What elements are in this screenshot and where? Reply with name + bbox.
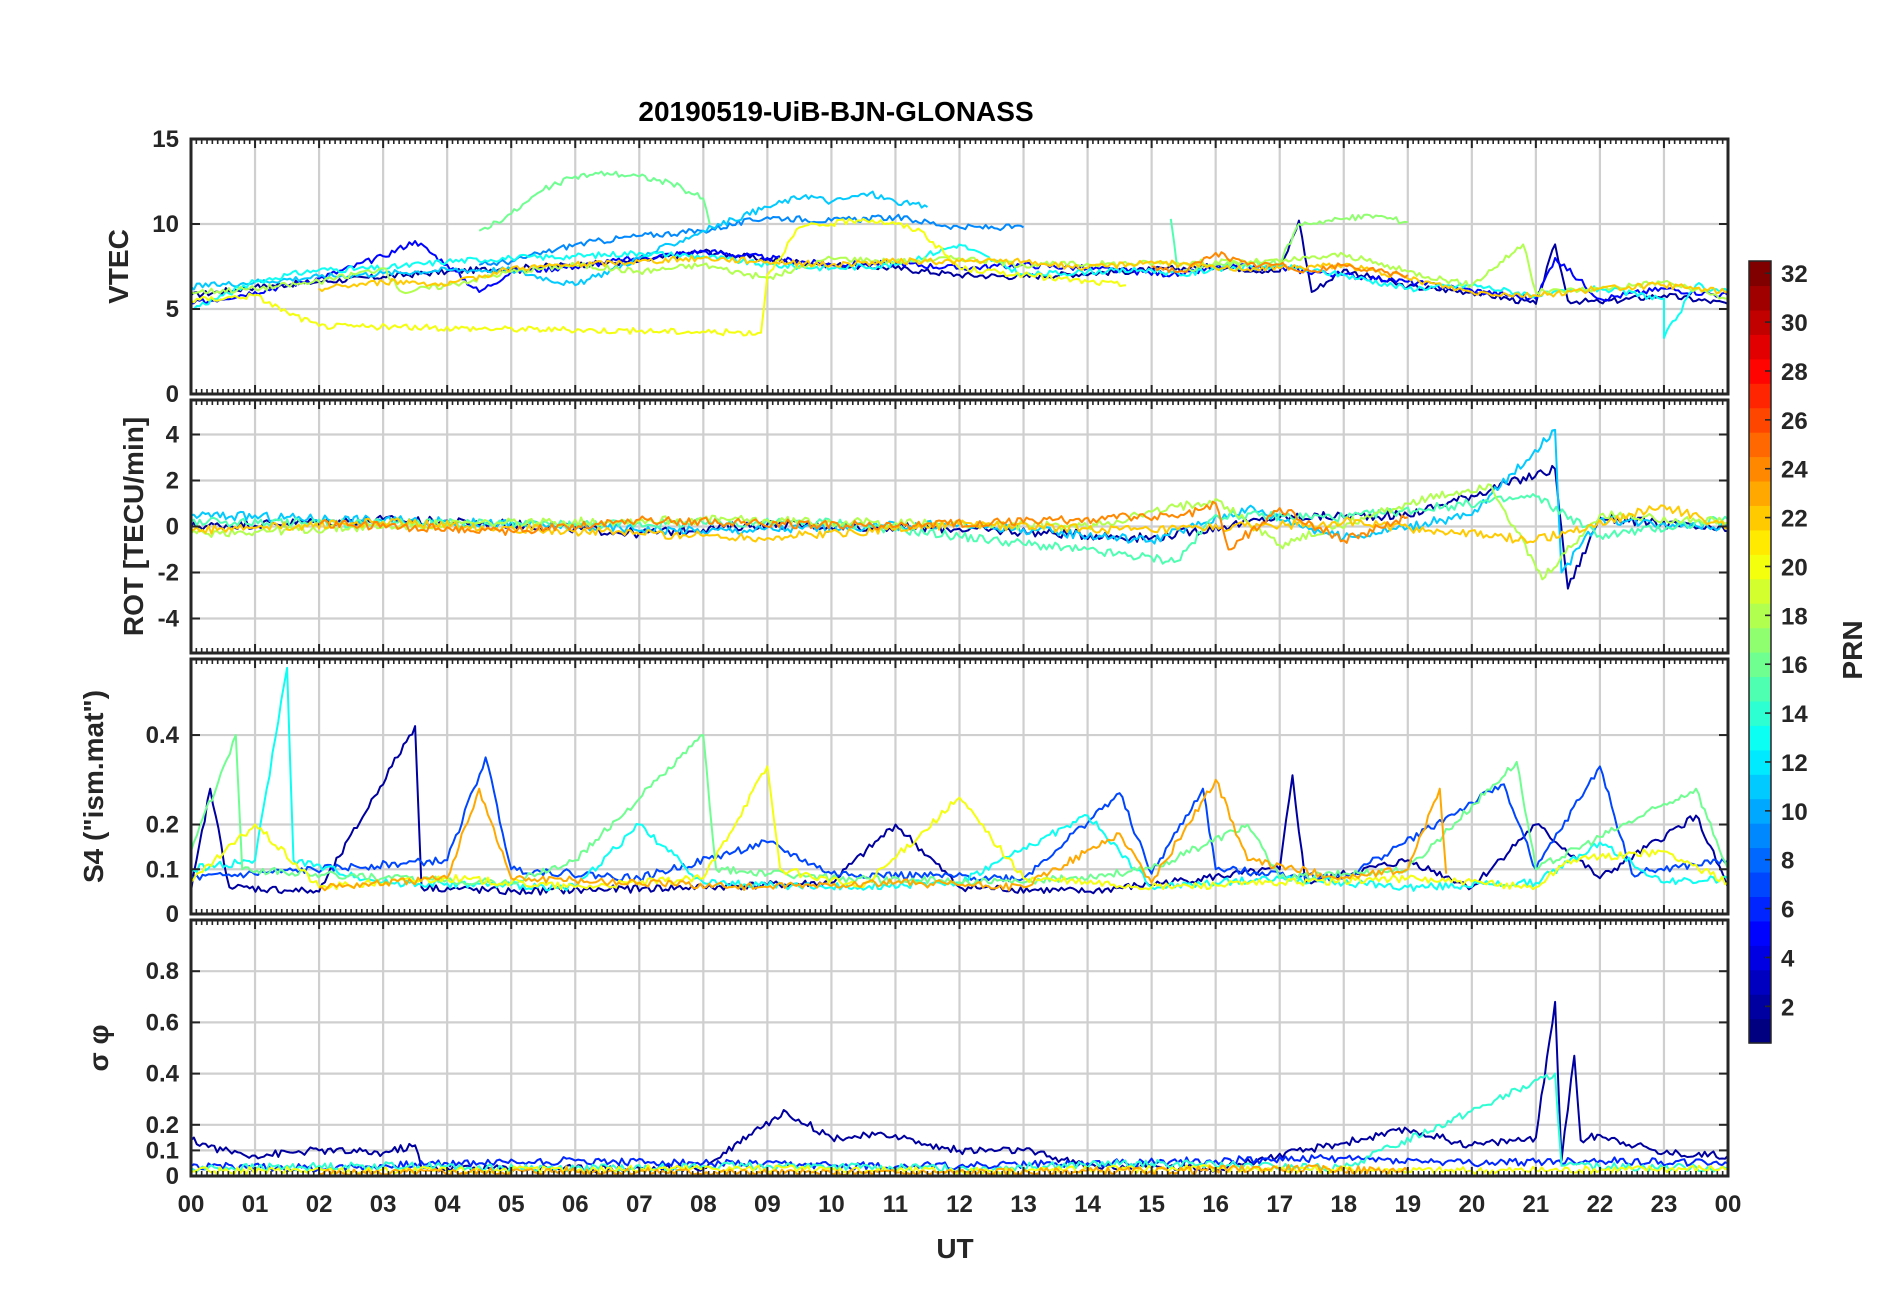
colorbar-tick-label: 30 [1781, 310, 1808, 337]
rot-y-ticks: -4 -2 0 2 4 [158, 422, 180, 633]
colorbar-bin [1749, 334, 1771, 360]
s4-y-tick-label: 0.2 [146, 812, 179, 839]
colorbar-tick-label: 18 [1781, 603, 1808, 630]
x-tick-label: 13 [1010, 1191, 1037, 1218]
x-tick-label: 17 [1266, 1191, 1293, 1218]
rot-y-tick-label: 0 [166, 514, 179, 541]
colorbar-bin [1749, 383, 1771, 409]
colorbar-bin [1749, 676, 1771, 702]
rot-ylabel: ROT [TECU/min] [118, 417, 149, 636]
colorbar-bin [1749, 969, 1771, 995]
sigma-phi-y-tick-label: 0 [166, 1163, 179, 1190]
colorbar-tick-label: 12 [1781, 750, 1808, 777]
x-tick-label: 04 [434, 1191, 461, 1218]
panel-rot: -4 -2 0 2 4 ROT [TECU/min] [118, 398, 1730, 655]
x-tick-label: 11 [883, 1191, 908, 1218]
s4-y-tick-label: 0.1 [146, 856, 179, 883]
x-tick-label: 14 [1074, 1191, 1101, 1218]
colorbar-tick-label: 14 [1781, 701, 1808, 728]
rot-y-tick-label: -2 [158, 560, 179, 587]
x-tick-label: 16 [1202, 1191, 1229, 1218]
x-tick-label: 22 [1587, 1191, 1614, 1218]
colorbar-bin [1749, 920, 1771, 946]
panel-vtec: 0 5 10 15 VTEC [103, 126, 1730, 408]
colorbar-bin [1749, 578, 1771, 604]
rot-y-tick-label: -4 [158, 606, 180, 633]
colorbar-bin [1749, 627, 1771, 653]
x-tick-label: 18 [1330, 1191, 1357, 1218]
rot-y-tick-label: 4 [166, 422, 180, 449]
sigma-phi-y-tick-label: 0.2 [146, 1112, 179, 1139]
x-axis-label: UT [936, 1233, 973, 1264]
colorbar-tick-label: 4 [1781, 945, 1795, 972]
colorbar-tick-label: 26 [1781, 408, 1808, 435]
x-tick-label: 00 [1715, 1191, 1742, 1218]
colorbar-tick-label: 22 [1781, 506, 1808, 533]
colorbar-tick-label: 2 [1781, 994, 1794, 1021]
vtec-y-tick-label: 15 [152, 126, 179, 153]
figure: 20190519-UiB-BJN-GLONASS 051015 VTEC -4-… [78, 96, 1868, 1264]
sigma-phi-grid [191, 920, 1728, 1178]
s4-y-tick-label: 0 [166, 901, 179, 928]
s4-y-ticks: 0 0.1 0.2 0.4 [146, 722, 180, 928]
sigma-phi-y-tick-label: 0.1 [146, 1137, 179, 1164]
x-tick-label: 06 [562, 1191, 589, 1218]
rot-y-tick-label: 2 [166, 468, 179, 495]
x-tick-label: 19 [1394, 1191, 1421, 1218]
x-tick-label: 09 [754, 1191, 781, 1218]
colorbar-bin [1749, 285, 1771, 311]
x-axis-ticks: 00 01 02 03 04 05 06 07 08 09 10 11 12 13 14 15 16 17 18 19… [178, 1191, 1742, 1218]
colorbar-bin [1749, 529, 1771, 555]
colorbar-bin [1749, 774, 1771, 800]
panel-sigma-phi: 00.10.2 0.4 0.6 0.8 σ φ [83, 918, 1730, 1190]
sigma-phi-y-tick-label: 0.4 [146, 1061, 180, 1088]
x-tick-label: 08 [690, 1191, 717, 1218]
colorbar-tick-label: 6 [1781, 897, 1794, 924]
vtec-y-tick-label: 5 [166, 296, 179, 323]
colorbar-bin [1749, 725, 1771, 751]
x-tick-label: 20 [1458, 1191, 1485, 1218]
sigma-phi-y-tick-label: 0.8 [146, 958, 179, 985]
colorbar-bin [1749, 871, 1771, 897]
colorbar: 2468101214161820222426283032 PRN [1748, 260, 1868, 1044]
vtec-y-tick-label: 10 [152, 211, 179, 238]
s4-ylabel: S4 ("ism.mat") [78, 690, 109, 883]
x-tick-label: 03 [370, 1191, 397, 1218]
colorbar-bin [1749, 1018, 1771, 1044]
vtec-ylabel: VTEC [103, 229, 134, 304]
s4-y-tick-label: 0.4 [146, 722, 180, 749]
colorbar-gradient [1749, 261, 1771, 1044]
colorbar-tick-label: 32 [1781, 261, 1808, 288]
x-tick-label: 12 [946, 1191, 973, 1218]
x-tick-label: 07 [626, 1191, 653, 1218]
x-tick-label: 00 [178, 1191, 205, 1218]
colorbar-bin [1749, 432, 1771, 458]
x-tick-label: 15 [1138, 1191, 1165, 1218]
sigma-phi-y-ticks: 00.10.2 0.4 0.6 0.8 [146, 958, 180, 1190]
colorbar-tick-label: 24 [1781, 457, 1808, 484]
x-tick-label: 21 [1523, 1191, 1550, 1218]
x-tick-label: 23 [1651, 1191, 1678, 1218]
colorbar-tick-label: 20 [1781, 554, 1808, 581]
vtec-y-tick-label: 0 [166, 381, 179, 408]
vtec-y-ticks: 0 5 10 15 [152, 126, 179, 408]
x-tick-label: 01 [242, 1191, 269, 1218]
sigma-phi-y-tick-label: 0.6 [146, 1009, 179, 1036]
sigma-phi-ylabel: σ φ [83, 1025, 114, 1072]
panel-s4: 0 0.1 0.2 0.4 S4 ("ism.mat") [78, 657, 1730, 928]
colorbar-tick-label: 8 [1781, 848, 1794, 875]
x-tick-label: 10 [818, 1191, 845, 1218]
colorbar-bin [1749, 480, 1771, 506]
chart-title: 20190519-UiB-BJN-GLONASS [638, 96, 1033, 127]
colorbar-bin [1749, 823, 1771, 849]
x-tick-label: 05 [498, 1191, 525, 1218]
colorbar-tick-label: 16 [1781, 652, 1808, 679]
colorbar-label: PRN [1837, 620, 1868, 679]
colorbar-tick-label: 28 [1781, 359, 1808, 386]
x-tick-label: 02 [306, 1191, 333, 1218]
colorbar-tick-label: 10 [1781, 799, 1808, 826]
